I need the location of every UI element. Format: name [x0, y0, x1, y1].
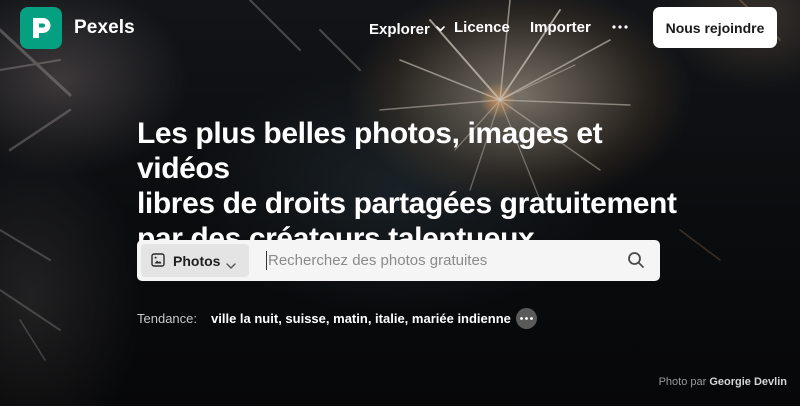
hero-headline: Les plus belles photos, images et vidéos…: [137, 116, 677, 256]
trending-separator: ,: [404, 311, 412, 326]
pexels-logo-icon[interactable]: [20, 7, 62, 49]
nav-explorer-label: Explorer: [369, 21, 430, 38]
trending-tag[interactable]: italie: [375, 311, 405, 326]
trending-list: ville la nuit, suisse, matin, italie, ma…: [211, 311, 511, 326]
chevron-down-icon: [436, 19, 445, 36]
image-icon: [151, 253, 165, 272]
nav-importer[interactable]: Importer: [530, 19, 591, 36]
search-icon[interactable]: [626, 250, 646, 270]
hero-section: Pexels Explorer Licence Importer Nous re…: [0, 0, 800, 406]
join-button[interactable]: Nous rejoindre: [653, 7, 777, 48]
more-horizontal-icon[interactable]: [611, 17, 629, 37]
credit-author[interactable]: Georgie Devlin: [709, 376, 787, 388]
media-type-select[interactable]: Photos: [141, 244, 249, 277]
text-caret: [266, 251, 267, 270]
trending-tag[interactable]: ville la nuit: [211, 311, 278, 326]
photo-credit: Photo par Georgie Devlin: [659, 376, 787, 388]
top-nav: Pexels Explorer Licence Importer Nous re…: [0, 0, 800, 56]
search-input[interactable]: [265, 240, 615, 281]
chevron-down-icon: [226, 257, 236, 275]
trending-separator: ,: [367, 311, 376, 326]
more-dots-icon[interactable]: [516, 308, 537, 329]
headline-line: Les plus belles photos, images et vidéos: [137, 117, 603, 185]
search-bar: Photos: [137, 240, 660, 281]
credit-prefix: Photo par: [658, 376, 707, 388]
trending-bar: Tendance: ville la nuit, suisse, matin, …: [137, 308, 537, 329]
media-type-label: Photos: [173, 253, 221, 269]
headline-line: libres de droits partagées gratuitement: [137, 187, 677, 220]
nav-explorer[interactable]: Explorer: [369, 19, 445, 38]
trending-tag[interactable]: suisse: [285, 311, 325, 326]
nav-licence[interactable]: Licence: [454, 19, 510, 36]
brand-name[interactable]: Pexels: [74, 17, 135, 39]
trending-tag[interactable]: mariée indienne: [412, 311, 511, 326]
trending-label: Tendance:: [137, 311, 197, 326]
trending-tag[interactable]: matin: [333, 311, 368, 326]
